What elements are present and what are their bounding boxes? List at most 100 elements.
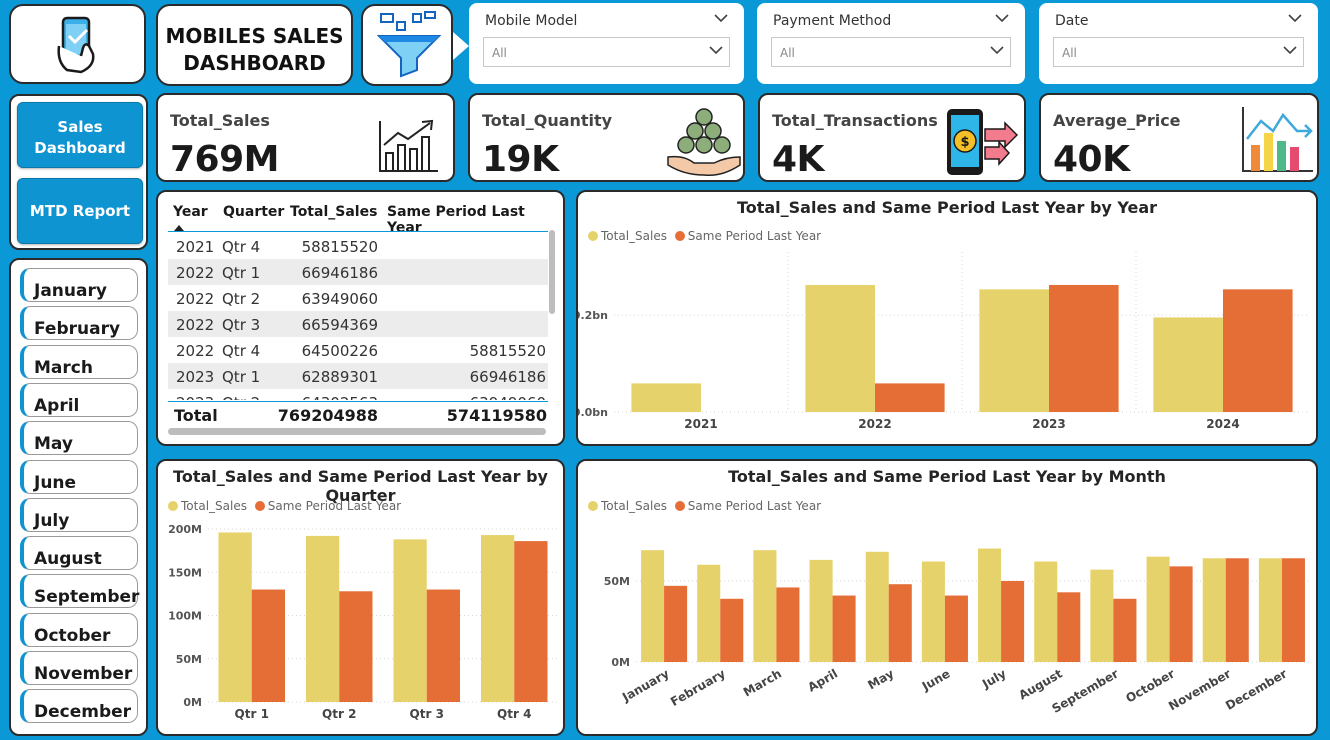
bar-same-period (1223, 289, 1293, 412)
table-row: 2021 Qtr 4 58815520 (168, 233, 548, 259)
cell-total-sales: 62889301 (301, 368, 378, 386)
bar-total-sales (306, 535, 340, 702)
x-tick-label: January (619, 666, 672, 704)
filter-date[interactable]: Date All (1039, 3, 1318, 84)
y-tick-label: 0M (183, 696, 202, 709)
bar-same-period (944, 595, 968, 662)
month-item-august[interactable]: August (20, 536, 138, 571)
table-row: 2022 Qtr 2 63949060 (168, 285, 548, 311)
bar-same-period (776, 587, 800, 662)
vertical-scrollbar[interactable] (549, 230, 555, 314)
cell-quarter: Qtr 2 (222, 290, 261, 308)
x-tick-label: February (668, 666, 728, 709)
logo-card (9, 4, 146, 84)
bar-same-period (514, 541, 548, 702)
cell-quarter: Qtr 4 (222, 342, 261, 360)
table-row: 2023 Qtr 2 64302563 63949060 (168, 389, 548, 400)
kpi-value: 4K (772, 139, 824, 180)
bar-total-sales (809, 559, 833, 662)
cell-quarter: Qtr 1 (222, 368, 261, 386)
bar-same-period (664, 585, 688, 662)
bar-total-sales (753, 550, 777, 662)
month-item-july[interactable]: July (20, 497, 138, 532)
sales-matrix-table: Year Quarter Total_Sales Same Period Las… (156, 190, 565, 446)
chevron-down-icon[interactable] (714, 13, 728, 23)
y-tick-label: 150M (168, 566, 202, 579)
filter-mobile-model[interactable]: Mobile Model All (469, 3, 744, 84)
cell-total-sales: 64500226 (301, 342, 378, 360)
sales-dashboard-button[interactable]: Sales Dashboard (17, 102, 143, 168)
x-tick-label: August (1016, 666, 1065, 702)
kpi-title: Total_Sales (170, 111, 270, 130)
bar-same-period (1225, 558, 1249, 662)
bar-total-sales (1146, 556, 1170, 662)
chart-plot: 0M 50M 100M 150M 200M Qtr 1 Qtr 2 Qtr 3 Qtr 4 (168, 523, 558, 721)
total-label: Total (174, 406, 218, 425)
month-item-april[interactable]: April (20, 382, 138, 417)
x-tick-label: Qtr 3 (410, 707, 444, 721)
bar-same-period (1001, 580, 1025, 662)
filter-label: Mobile Model (485, 13, 578, 29)
kpi-value: 769M (170, 139, 279, 180)
cell-total-sales: 58815520 (301, 238, 378, 256)
month-item-september[interactable]: September (20, 574, 139, 609)
y-tick-label: 0M (611, 656, 630, 669)
horizontal-scrollbar[interactable] (168, 428, 546, 435)
bar-total-sales (921, 561, 945, 662)
month-item-june[interactable]: June (20, 459, 138, 494)
bar-total-sales (631, 383, 701, 412)
kpi-title: Total_Quantity (482, 111, 613, 130)
month-item-january[interactable]: January (20, 268, 138, 302)
filter-select[interactable]: All (1053, 37, 1304, 67)
bar-total-sales (979, 289, 1049, 412)
filter-select[interactable]: All (483, 37, 730, 67)
month-slicer-panel: January February March April May June July Augu… (9, 258, 148, 736)
cell-year: 2022 (176, 264, 215, 282)
chart-by-quarter: Total_Sales and Same Period Last Year by… (156, 459, 565, 736)
filter-select[interactable]: All (771, 37, 1011, 67)
bar-same-period (426, 589, 460, 702)
chevron-down-icon[interactable] (995, 13, 1009, 23)
bar-total-sales (218, 532, 252, 702)
kpi-total-transactions: Total_Transactions 4K $ (758, 93, 1026, 182)
bar-same-period (1113, 598, 1137, 662)
chart-plot: 0M 50M JanuaryFebruary March April May June Jul… (604, 548, 1310, 716)
x-tick-label: 2023 (1032, 417, 1065, 431)
chart-plot: 0.0bn 0.2bn 2021 2022 2023 2024 (578, 252, 1310, 431)
bar-same-period (1169, 566, 1193, 662)
filter-funnel-card[interactable] (361, 4, 453, 86)
bar-same-period (832, 595, 856, 662)
bar-total-sales (1153, 317, 1223, 412)
filter-payment-method[interactable]: Payment Method All (757, 3, 1025, 84)
bar-total-sales (1090, 569, 1114, 662)
kpi-value: 40K (1053, 139, 1130, 180)
chevron-down-icon[interactable] (1288, 13, 1302, 23)
mtd-report-button[interactable]: MTD Report (17, 178, 143, 244)
y-tick-label: 0.0bn (578, 406, 608, 419)
cell-year: 2023 (176, 394, 214, 400)
phone-payment-icon: $ (947, 109, 1019, 175)
month-item-february[interactable]: February (20, 306, 138, 341)
bar-same-period (1057, 592, 1081, 662)
filter-label: Payment Method (773, 13, 892, 29)
y-tick-label: 50M (176, 653, 202, 666)
bar-same-period (720, 598, 744, 662)
cell-year: 2022 (176, 316, 215, 334)
month-item-december[interactable]: December (20, 689, 138, 724)
y-tick-label: 50M (604, 575, 630, 588)
kpi-total-quantity: Total_Quantity 19K (468, 93, 745, 182)
filter-label: Date (1055, 13, 1089, 29)
mobile-hand-icon (57, 16, 95, 74)
cell-total-sales: 63949060 (301, 290, 378, 308)
cell-total-sales: 66594369 (301, 316, 378, 334)
month-item-october[interactable]: October (20, 612, 138, 647)
month-item-may[interactable]: May (20, 421, 138, 456)
dashboard-title-card: MOBILES SALES DASHBOARD (156, 4, 353, 86)
cell-same-period: 66946186 (469, 368, 546, 386)
table-row: 2022 Qtr 1 66946186 (168, 259, 548, 285)
month-item-march[interactable]: March (20, 344, 138, 379)
bar-total-sales (978, 548, 1002, 662)
month-item-november[interactable]: November (20, 651, 138, 685)
kpi-title: Average_Price (1053, 111, 1181, 130)
table-row: 2022 Qtr 4 64500226 58815520 (168, 337, 548, 363)
